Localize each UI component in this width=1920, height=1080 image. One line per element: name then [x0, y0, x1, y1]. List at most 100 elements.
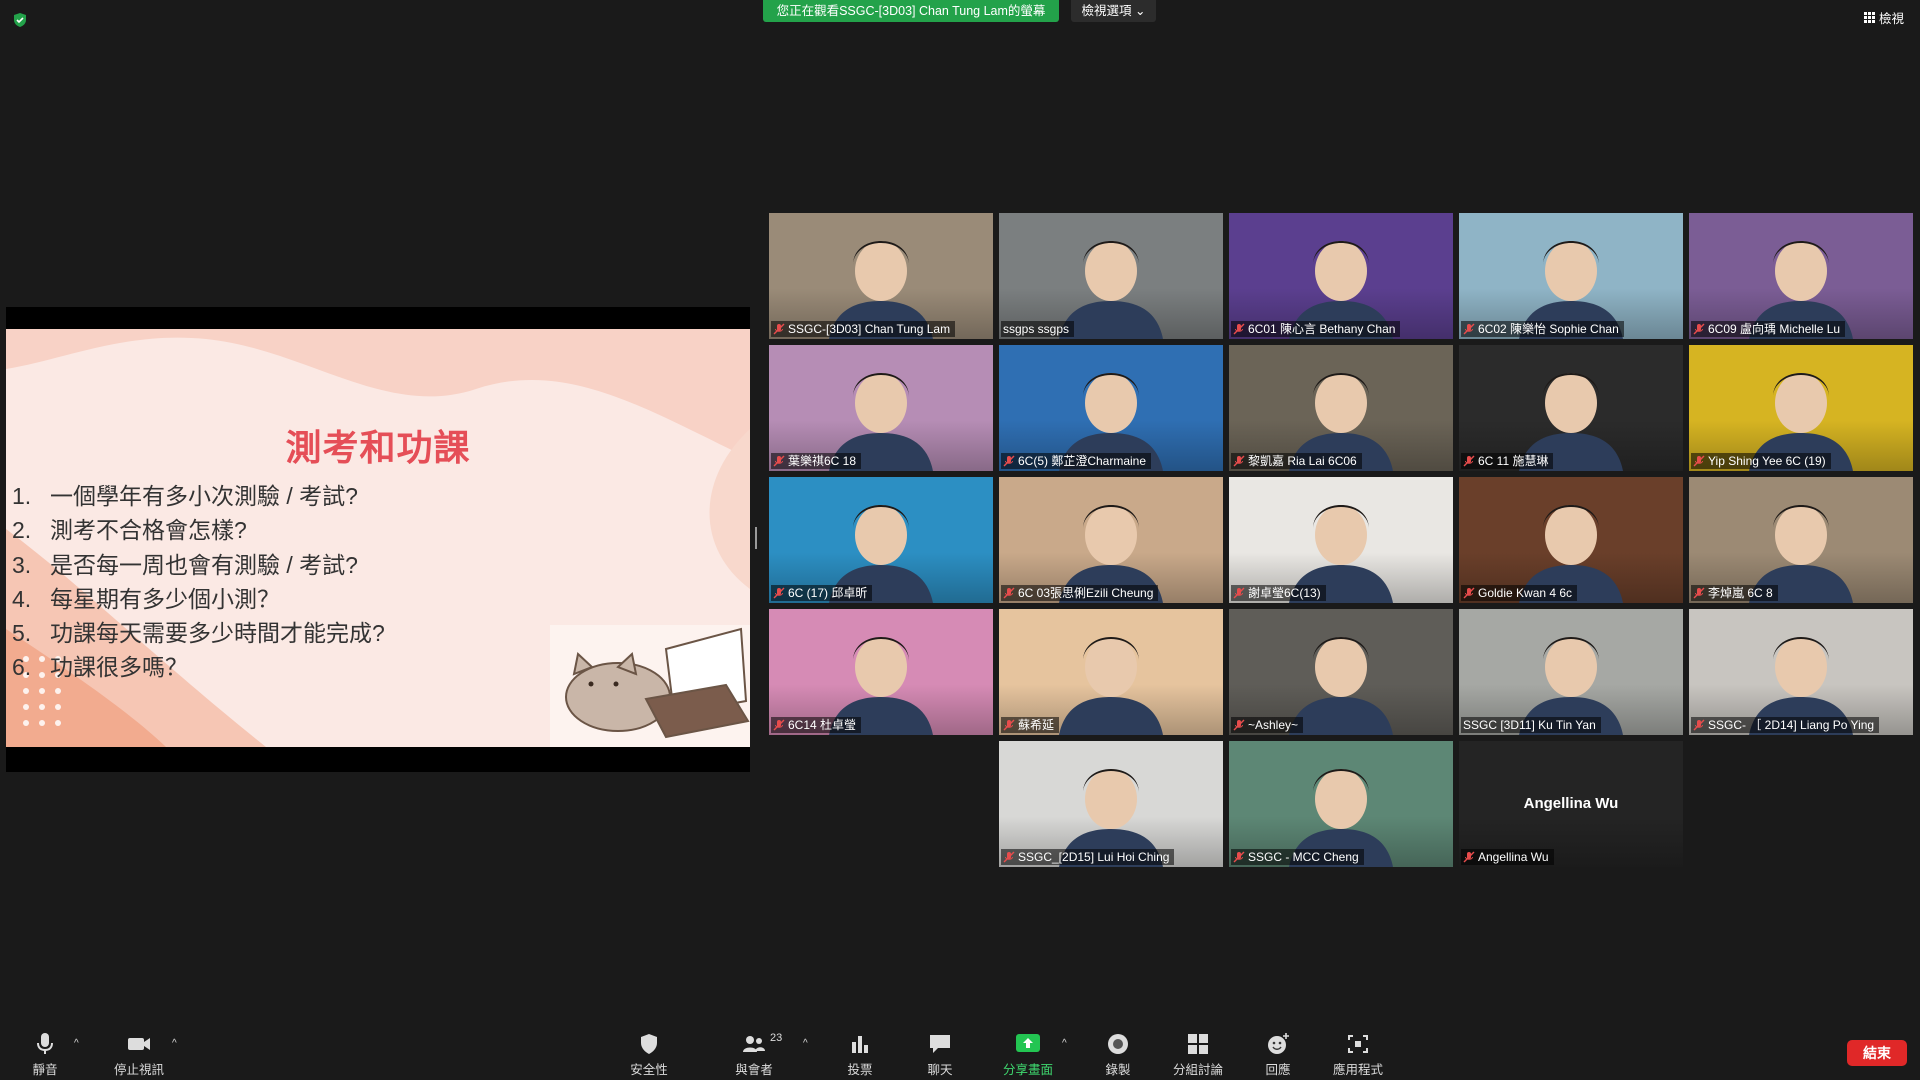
view-options-label: 檢視選項	[1081, 4, 1132, 18]
participant-video-tile[interactable]: 李焯嵐 6C 8	[1689, 477, 1913, 603]
viewing-screen-banner: 您正在觀看SSGC-[3D03] Chan Tung Lam的螢幕	[763, 0, 1059, 22]
grid-view-icon	[1863, 12, 1875, 23]
participant-name-label: SSGC_[2D15] Lui Hoi Ching	[1001, 849, 1175, 865]
participant-video-tile[interactable]: SSGC- ［ 2D14] Liang Po Ying	[1689, 609, 1913, 735]
panel-splitter-handle[interactable]	[755, 527, 757, 549]
participant-video-tile[interactable]: Yip Shing Yee 6C (19)	[1689, 345, 1913, 471]
participant-name-label: 6C02 陳樂怡 Sophie Chan	[1461, 321, 1624, 337]
participant-name: 謝卓瑩6C(13)	[1248, 586, 1321, 600]
participant-name: SSGC - MCC Cheng	[1248, 850, 1359, 864]
share-screen-button[interactable]: 分享畫面	[983, 1032, 1073, 1078]
security-label: 安全性	[630, 1063, 668, 1077]
slide-question-item: 1. 一個學年有多小次測驗 / 考試?	[12, 483, 358, 509]
mic-muted-icon	[1463, 587, 1475, 599]
view-options-dropdown[interactable]: 檢視選項 ⌄	[1071, 0, 1156, 22]
share-options-caret[interactable]: ^	[1062, 1038, 1067, 1049]
participant-video-tile[interactable]: 葉樂祺6C 18	[769, 345, 993, 471]
participant-video-tile[interactable]: SSGC - MCC Cheng	[1229, 741, 1453, 867]
participant-name: Angellina Wu	[1478, 850, 1549, 864]
security-button[interactable]: 安全性	[604, 1032, 694, 1078]
participant-video-tile[interactable]: 黎凱嘉 Ria Lai 6C06	[1229, 345, 1453, 471]
mic-muted-icon	[1233, 587, 1245, 599]
chat-button[interactable]: 聊天	[895, 1032, 985, 1078]
video-camera-icon	[128, 1038, 150, 1050]
participant-name-label: 謝卓瑩6C(13)	[1231, 585, 1326, 601]
participant-name-label: SSGC [3D11] Ku Tin Yan	[1461, 717, 1601, 733]
record-icon	[1108, 1034, 1128, 1054]
microphone-icon	[37, 1033, 53, 1054]
mic-muted-icon	[1693, 323, 1705, 335]
share-screen-label: 分享畫面	[1002, 1063, 1053, 1077]
participant-name: ~Ashley~	[1248, 718, 1299, 732]
participant-name: 6C14 杜卓瑩	[788, 718, 857, 732]
mic-muted-icon	[1693, 719, 1705, 731]
mic-muted-icon	[1003, 719, 1015, 731]
shared-screen[interactable]: 測考和功課 1. 一個學年有多小次測驗 / 考試? 2. 測考不合格會怎樣? 3. 是…	[6, 307, 750, 772]
participants-options-caret[interactable]: ^	[803, 1038, 808, 1049]
participant-video-tile[interactable]: 謝卓瑩6C(13)	[1229, 477, 1453, 603]
mic-muted-icon	[1233, 323, 1245, 335]
mic-muted-icon	[1693, 587, 1705, 599]
breakout-rooms-button[interactable]: 分組討論	[1153, 1032, 1243, 1078]
participant-name-label: 6C (17) 邱卓昕	[771, 585, 873, 601]
reactions-label: 回應	[1265, 1063, 1291, 1077]
mic-muted-icon	[1463, 323, 1475, 335]
slide-question-list: 1. 一個學年有多小次測驗 / 考試? 2. 測考不合格會怎樣? 3. 是否每一周也會…	[12, 479, 385, 685]
participant-video-tile[interactable]: SSGC_[2D15] Lui Hoi Ching	[999, 741, 1223, 867]
participant-video-tile[interactable]: 6C(5) 鄭芷澄Charmaine	[999, 345, 1223, 471]
audio-options-caret[interactable]: ^	[74, 1038, 79, 1049]
participant-video-tile[interactable]: 蘇希延	[999, 609, 1223, 735]
participant-name: 6C09 盧向瑀 Michelle Lu	[1708, 322, 1841, 336]
participant-video-tile[interactable]: SSGC [3D11] Ku Tin Yan	[1459, 609, 1683, 735]
end-meeting-button[interactable]: 結束	[1847, 1040, 1907, 1066]
participant-video-tile[interactable]: 6C 03張思俐Ezili Cheung	[999, 477, 1223, 603]
participant-video-tile[interactable]: 6C01 陳心言 Bethany Chan	[1229, 213, 1453, 339]
mic-muted-icon	[773, 719, 785, 731]
participant-name-label: SSGC- ［ 2D14] Liang Po Ying	[1691, 717, 1880, 733]
slide-question-item: 5. 功課每天需要多少時間才能完成?	[12, 620, 385, 647]
record-button[interactable]: 錄製	[1073, 1032, 1163, 1078]
stop-video-label: 停止視訊	[113, 1063, 164, 1077]
view-layout-button[interactable]: 檢視	[1863, 8, 1904, 27]
participant-name-label: 6C01 陳心言 Bethany Chan	[1231, 321, 1401, 337]
polls-button[interactable]: 投票	[815, 1032, 905, 1078]
participant-name: SSGC [3D11] Ku Tin Yan	[1463, 718, 1596, 732]
participant-name: 黎凱嘉 Ria Lai 6C06	[1248, 454, 1357, 468]
chat-bubble-icon	[930, 1035, 950, 1053]
participant-video-tile[interactable]: 6C (17) 邱卓昕	[769, 477, 993, 603]
participant-video-tile[interactable]: ~Ashley~	[1229, 609, 1453, 735]
smiley-plus-icon	[1268, 1033, 1289, 1054]
participant-video-tile[interactable]: Goldie Kwan 4 6c	[1459, 477, 1683, 603]
cat-laptop-illustration	[550, 625, 750, 747]
participant-name: 6C02 陳樂怡 Sophie Chan	[1478, 322, 1619, 336]
mute-label: 靜音	[32, 1063, 58, 1077]
participant-name: SSGC-[3D03] Chan Tung Lam	[788, 322, 951, 336]
mic-muted-icon	[773, 587, 785, 599]
participant-name: 6C01 陳心言 Bethany Chan	[1248, 322, 1396, 336]
participant-video-tile[interactable]: SSGC-[3D03] Chan Tung Lam	[769, 213, 993, 339]
breakout-rooms-label: 分組討論	[1172, 1063, 1223, 1077]
apps-button[interactable]: 應用程式	[1313, 1032, 1403, 1078]
participants-button[interactable]: 與會者	[709, 1032, 799, 1078]
participant-count-badge: 23	[770, 1032, 783, 1044]
participant-video-tile[interactable]: 6C02 陳樂怡 Sophie Chan	[1459, 213, 1683, 339]
participant-name-label: 李焯嵐 6C 8	[1691, 585, 1778, 601]
slide-question-item: 2. 測考不合格會怎樣?	[12, 517, 247, 544]
participant-name: 蘇希延	[1018, 718, 1055, 732]
stop-video-button[interactable]: 停止視訊	[94, 1032, 184, 1078]
participant-name-label: Angellina Wu	[1461, 849, 1554, 865]
participant-video-tile[interactable]: ssgps ssgps	[999, 213, 1223, 339]
reactions-button[interactable]: 回應	[1233, 1032, 1323, 1078]
apps-label: 應用程式	[1332, 1063, 1383, 1077]
participant-name: 李焯嵐 6C 8	[1708, 586, 1773, 600]
video-options-caret[interactable]: ^	[172, 1038, 177, 1049]
participant-video-tile[interactable]: Angellina Wu Angellina Wu	[1459, 741, 1683, 867]
participant-video-tile[interactable]: 6C09 盧向瑀 Michelle Lu	[1689, 213, 1913, 339]
participant-video-tile[interactable]: 6C 11 施慧琳	[1459, 345, 1683, 471]
participant-video-tile[interactable]: 6C14 杜卓瑩	[769, 609, 993, 735]
mic-muted-icon	[1233, 455, 1245, 467]
participant-name-label: ~Ashley~	[1231, 717, 1304, 733]
participant-name-label: ssgps ssgps	[1001, 321, 1075, 337]
participant-name-label: 6C 03張思俐Ezili Cheung	[1001, 585, 1159, 601]
slide-question-item: 6. 功課很多嗎？	[12, 654, 188, 681]
